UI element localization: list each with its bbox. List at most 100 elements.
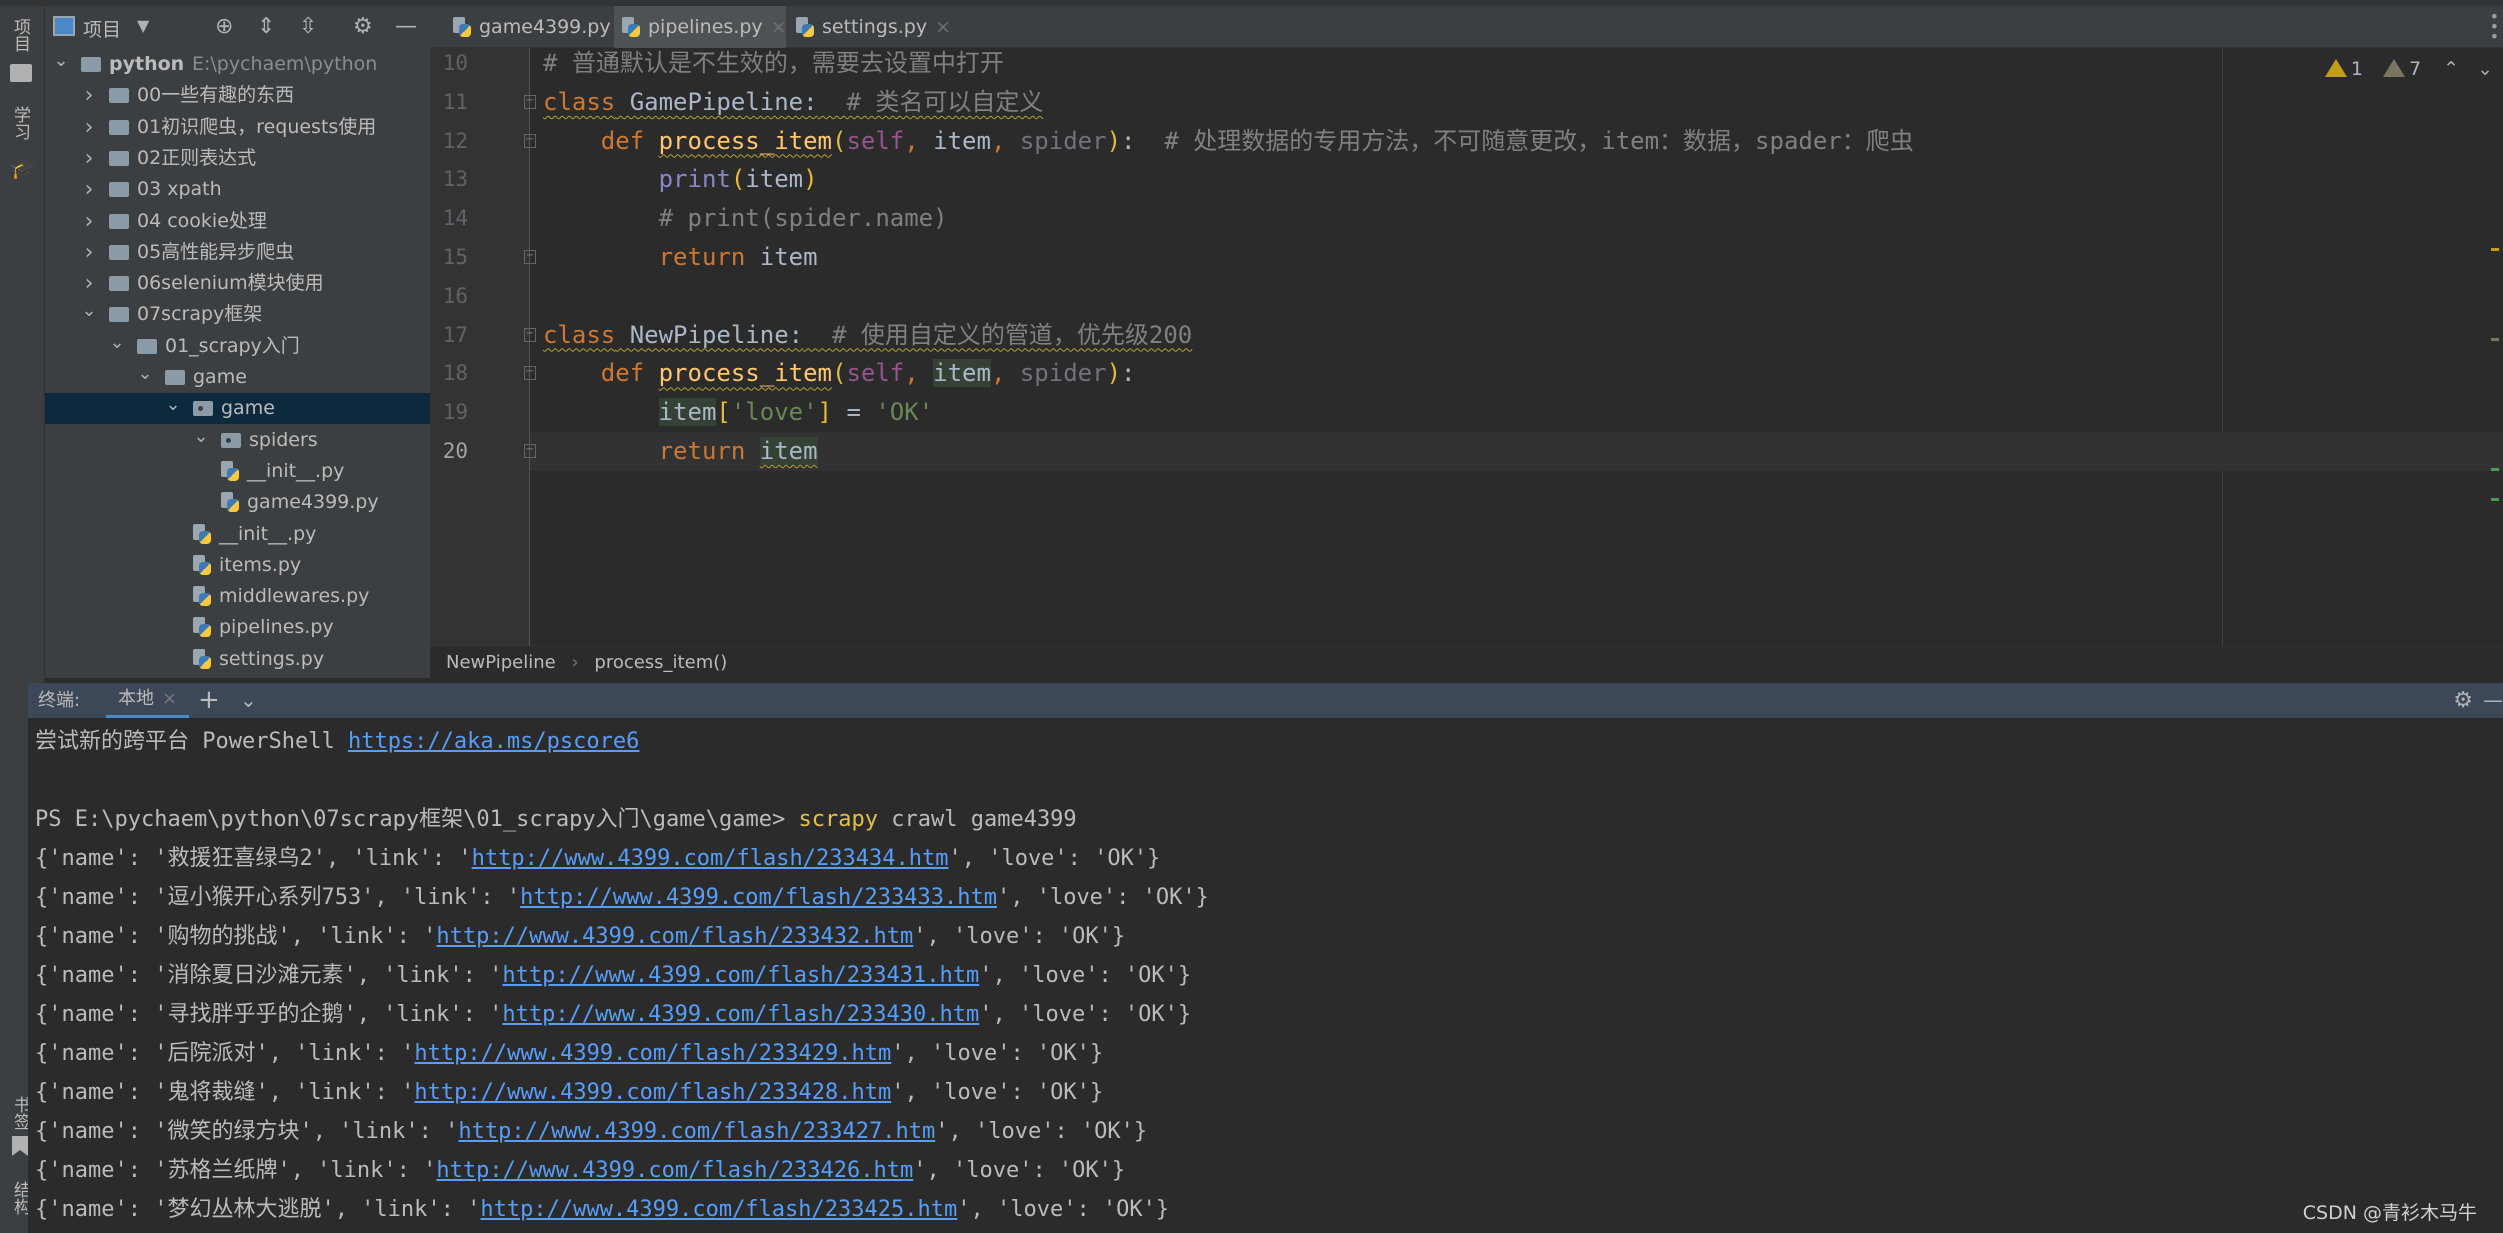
tab-game4399[interactable]: game4399.py× [445, 6, 635, 48]
code-token: self [846, 359, 905, 388]
line-prefix: {'name': '梦幻丛林大逃脱', 'link': ' [35, 1197, 481, 1222]
python-file-icon [221, 460, 239, 481]
code-token: # 类名可以自定义 [817, 87, 1044, 116]
minimize-icon[interactable]: — [2483, 683, 2503, 718]
terminal-link[interactable]: http://www.4399.com/flash/233429.htm [414, 1041, 891, 1066]
gear-icon[interactable]: ⚙ [2453, 683, 2473, 718]
tree-item-label: 00一些有趣的东西 [137, 84, 295, 107]
tree-item[interactable]: __init__.py [45, 456, 430, 487]
project-view-selector[interactable]: 项目 [83, 15, 121, 42]
warning-marker[interactable] [2491, 338, 2499, 341]
chevron-up-icon[interactable]: ⌃ [2443, 58, 2459, 80]
crosshair-icon[interactable]: ⊕ [215, 14, 233, 39]
fold-icon[interactable]: − [524, 94, 536, 109]
terminal-link[interactable]: http://www.4399.com/flash/233427.htm [458, 1119, 935, 1144]
chevron-down-icon[interactable]: ⌄ [2477, 58, 2493, 80]
collapse-all-icon[interactable]: ⇳ [299, 14, 317, 39]
folder-icon [109, 276, 129, 292]
terminal-link[interactable]: http://www.4399.com/flash/233431.htm [502, 963, 979, 988]
terminal-link[interactable]: http://www.4399.com/flash/233433.htm [520, 885, 997, 910]
tool-window-learn[interactable]: 学习 [8, 106, 33, 140]
tree-item[interactable]: › 05高性能异步爬虫 [45, 237, 430, 268]
expand-all-icon[interactable]: ⇕ [257, 14, 275, 39]
tree-item[interactable]: items.py [45, 550, 430, 581]
minimize-icon[interactable]: — [395, 14, 417, 39]
terminal-link[interactable]: http://www.4399.com/flash/233434.htm [472, 846, 949, 871]
change-marker[interactable] [2491, 498, 2499, 501]
tree-item[interactable]: › 00一些有趣的东西 [45, 80, 430, 111]
weak-warning-count: 7 [2408, 58, 2422, 80]
tree-item[interactable]: › 02正则表达式 [45, 143, 430, 174]
tool-window-project[interactable]: 项目 [8, 18, 33, 52]
close-icon[interactable]: × [935, 16, 951, 38]
chevron-down-icon[interactable]: ⌄ [240, 683, 257, 718]
banner-link[interactable]: https://aka.ms/pscore6 [348, 729, 639, 754]
chevron-right-icon[interactable]: › [81, 80, 97, 111]
code-editor[interactable]: 10 11 12 13 14 15 16 17 18 19 20 # 普通默认是不生效的，需要去设置… [430, 48, 2503, 646]
terminal-link[interactable]: http://www.4399.com/flash/233430.htm [502, 1002, 979, 1027]
gear-icon[interactable]: ⚙ [353, 14, 373, 39]
terminal-tab-local[interactable]: 本地 × [106, 683, 190, 718]
tree-item[interactable]: › 06selenium模块使用 [45, 268, 430, 299]
fold-icon[interactable]: − [524, 366, 536, 381]
breadcrumb-method[interactable]: process_item() [594, 652, 727, 673]
tab-label: pipelines.py [648, 16, 763, 38]
terminal-link[interactable]: http://www.4399.com/flash/233426.htm [436, 1158, 913, 1183]
terminal-link[interactable]: http://www.4399.com/flash/233428.htm [414, 1080, 891, 1105]
tree-item[interactable]: pipelines.py [45, 612, 430, 643]
tree-item[interactable]: › 04 cookie处理 [45, 206, 430, 237]
chevron-down-icon[interactable]: ⌄ [137, 358, 153, 389]
tree-item[interactable]: settings.py [45, 644, 430, 675]
inspection-widget[interactable]: 1 7 ⌃ ⌄ [2324, 58, 2493, 80]
tree-item[interactable]: › 03 xpath [45, 174, 430, 205]
chevron-right-icon[interactable]: › [81, 174, 97, 205]
chevron-right-icon[interactable]: › [81, 112, 97, 143]
tree-item-label: 03 xpath [137, 178, 222, 201]
tree-item[interactable]: ⌄ spiders [45, 425, 430, 456]
tab-pipelines[interactable]: pipelines.py × [614, 6, 787, 48]
tree-item[interactable]: ⌄ python E:\pychaem\python [45, 49, 430, 80]
breadcrumb-class[interactable]: NewPipeline [446, 652, 556, 673]
tree-item-label: python [109, 53, 185, 75]
chevron-down-icon[interactable]: ⌄ [109, 327, 125, 358]
tab-settings[interactable]: settings.py × [788, 6, 951, 48]
chevron-right-icon[interactable]: › [81, 237, 97, 268]
terminal-link[interactable]: http://www.4399.com/flash/233425.htm [480, 1197, 957, 1222]
close-icon[interactable]: × [162, 688, 177, 709]
code-token: item [658, 398, 717, 427]
code-line: # print(spider.name) [543, 199, 948, 238]
code-token: return [658, 437, 746, 465]
tree-item[interactable]: ⌄ 01_scrapy入门 [45, 331, 430, 362]
fold-icon[interactable]: − [524, 250, 536, 264]
tree-item[interactable]: ⌄ 07scrapy框架 [45, 299, 430, 330]
code-token: # 处理数据的专用方法，不可随意更改，item：数据，spader：爬虫 [1135, 126, 1914, 155]
fold-icon[interactable]: − [524, 444, 536, 458]
chevron-down-icon[interactable]: ⌄ [81, 295, 97, 326]
line-number: 18 [442, 361, 468, 386]
chevron-down-icon[interactable]: ▼ [137, 16, 149, 35]
add-terminal-button[interactable]: + [198, 683, 220, 718]
chevron-down-icon[interactable]: ⌄ [193, 421, 209, 452]
fold-icon[interactable]: − [524, 133, 536, 148]
terminal-link[interactable]: http://www.4399.com/flash/233432.htm [436, 924, 913, 949]
close-icon[interactable]: × [771, 16, 787, 38]
tree-item[interactable]: ⌄ game [45, 393, 430, 425]
terminal-output[interactable]: 尝试新的跨平台 PowerShell https://aka.ms/pscore… [28, 718, 2503, 1233]
chevron-down-icon[interactable]: ⌄ [53, 45, 69, 76]
terminal-line: {'name': '救援狂喜绿鸟2', 'link': 'http://www.… [35, 839, 1160, 878]
code-token: ) [803, 165, 818, 194]
chevron-right-icon[interactable]: › [81, 143, 97, 174]
tree-item[interactable]: middlewares.py [45, 581, 430, 612]
more-tabs-icon[interactable]: • • • [2490, 9, 2499, 45]
fold-icon[interactable]: − [524, 327, 536, 342]
folder-icon [109, 150, 129, 166]
tree-item[interactable]: › 01初识爬虫，requests使用 [45, 112, 430, 143]
tree-item[interactable]: __init__.py [45, 519, 430, 550]
warning-marker[interactable] [2491, 248, 2499, 251]
tree-item[interactable]: game4399.py [45, 487, 430, 518]
chevron-right-icon[interactable]: › [81, 206, 97, 237]
change-marker[interactable] [2491, 468, 2499, 471]
chevron-down-icon[interactable]: ⌄ [165, 389, 181, 420]
tree-item[interactable]: ⌄ game [45, 362, 430, 393]
